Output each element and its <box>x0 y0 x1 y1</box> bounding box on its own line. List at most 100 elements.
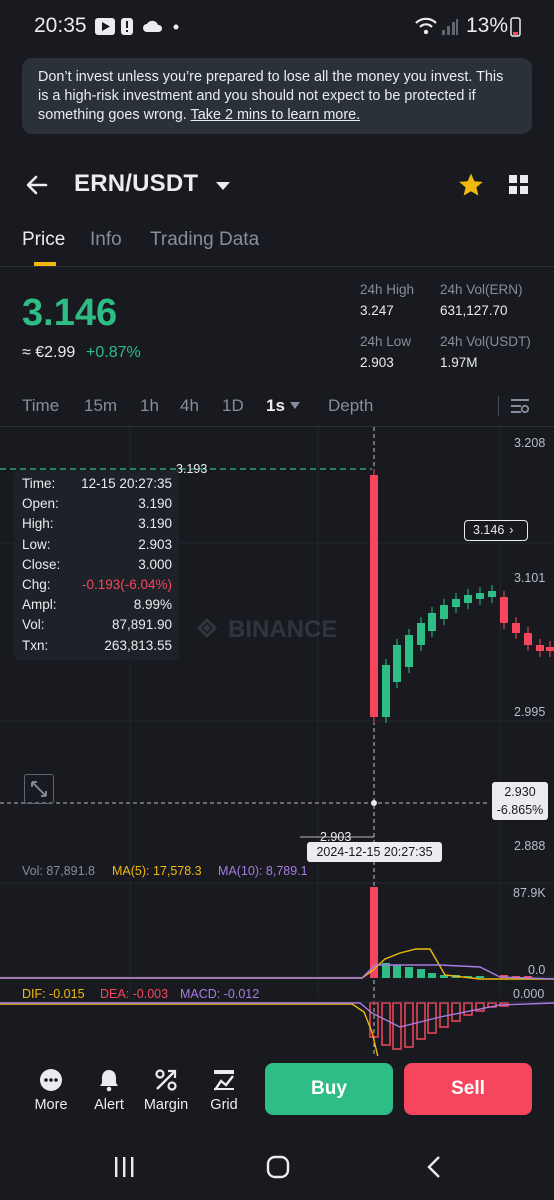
svg-text:BINANCE: BINANCE <box>228 616 337 643</box>
volume-bar <box>476 976 484 978</box>
timeframe-4h[interactable]: 4h <box>180 396 199 416</box>
macd-bar <box>463 1002 473 1016</box>
last-price: 3.146 <box>22 292 118 334</box>
volume-bar <box>417 969 425 978</box>
tooltip-row: Vol: 87,891.90 <box>22 617 172 637</box>
tooltip-value: 2.903 <box>138 536 172 552</box>
tooltip-key: Chg: <box>22 577 51 592</box>
divider <box>498 396 499 416</box>
y-tick-3: 2.995 <box>514 705 546 719</box>
crosshair-dot <box>371 800 377 806</box>
price-change-percent: +0.87% <box>86 344 141 361</box>
fullscreen-button[interactable] <box>24 774 54 804</box>
volume-value: Vol: 87,891.8 <box>22 864 95 878</box>
tooltip-row: Low: 2.903 <box>22 537 172 557</box>
tooltip-key: Time: <box>22 476 56 491</box>
recent-apps-icon[interactable] <box>112 1155 136 1179</box>
tooltip-row: Chg: -0.193(-6.04%) <box>22 577 172 597</box>
y-tick-4: 2.888 <box>514 839 546 853</box>
margin-icon[interactable] <box>154 1068 178 1092</box>
favorite-star-icon[interactable] <box>458 172 484 198</box>
alert-bell-icon[interactable] <box>97 1067 121 1093</box>
tooltip-value: 263,813.55 <box>104 637 172 653</box>
status-bar: 20:35 13% <box>0 0 554 56</box>
timeframe-dropdown-icon[interactable] <box>289 401 301 410</box>
grid-bot-icon[interactable] <box>212 1068 236 1092</box>
layout-grid-icon[interactable] <box>508 174 530 196</box>
tooltip-key: Vol: <box>22 617 45 633</box>
crosshair-percent: -6.865% <box>496 803 544 817</box>
macd-y-zero: 0.000 <box>513 987 545 1001</box>
margin-button[interactable]: Margin <box>134 1097 198 1113</box>
back-nav-icon[interactable] <box>424 1155 446 1179</box>
y-tick-1: 3.208 <box>514 436 546 450</box>
chart-settings-icon[interactable] <box>510 397 530 415</box>
tooltip-value: 8.99% <box>133 597 172 613</box>
pair-title[interactable]: ERN/USDT <box>74 170 198 198</box>
volume-y-zero: 0.0 <box>528 963 546 977</box>
crosshair-time-tag: 2024-12-15 20:27:35 <box>307 842 442 862</box>
macd-bar <box>451 1002 461 1022</box>
more-icon[interactable] <box>39 1068 63 1092</box>
home-icon[interactable] <box>266 1155 290 1179</box>
macd-dif-line <box>0 1003 379 1057</box>
crosshair-price-tag: 2.930 -6.865% <box>492 782 548 820</box>
volume-y-top: 87.9K <box>513 886 546 900</box>
volume-ma10: MA(10): 8,789.1 <box>218 864 308 878</box>
tooltip-key: High: <box>22 516 54 532</box>
wifi-icon <box>415 17 437 35</box>
tab-depth[interactable]: Depth <box>328 396 373 416</box>
stat-24h-vol-quote-label: 24h Vol(USDT) <box>440 334 531 349</box>
macd-histogram <box>369 1002 509 1050</box>
tooltip-row: Ampl: 8.99% <box>22 597 172 617</box>
timeframe-1h[interactable]: 1h <box>140 396 159 416</box>
risk-disclaimer: Don’t invest unless you’re prepared to l… <box>22 58 532 134</box>
tab-price[interactable]: Price <box>22 229 65 251</box>
sell-button[interactable]: Sell <box>404 1063 532 1115</box>
tooltip-key: Open: <box>22 496 59 512</box>
tooltip-value: 87,891.90 <box>111 617 172 633</box>
stat-24h-vol-quote: 1.97M <box>440 355 478 370</box>
timeframe-time[interactable]: Time <box>22 396 59 416</box>
volume-bar <box>405 967 413 978</box>
alert-button[interactable]: Alert <box>77 1097 141 1113</box>
cloud-icon <box>143 20 163 32</box>
chevron-right-icon: › <box>509 523 514 537</box>
learn-more-link[interactable]: Take 2 mins to learn more. <box>191 107 361 123</box>
volume-ma5-line <box>0 948 554 980</box>
back-arrow-icon[interactable] <box>24 172 50 198</box>
expand-icon <box>31 781 47 797</box>
timeframe-15m[interactable]: 15m <box>84 396 117 416</box>
tooltip-key: Close: <box>22 556 61 572</box>
crosshair-price: 2.930 <box>504 785 536 799</box>
candles <box>370 469 554 723</box>
timeframe-1s[interactable]: 1s <box>266 396 285 416</box>
candle-tooltip: Time: 12-15 20:27:35 Open: 3.190 High: 3.190 L… <box>14 470 179 660</box>
tab-info[interactable]: Info <box>90 229 122 251</box>
tooltip-row: Close: 3.000 <box>22 557 172 577</box>
tab-trading-data[interactable]: Trading Data <box>150 229 259 251</box>
fiat-price: ≈ €2.99 <box>22 344 76 361</box>
tooltip-value: 3.190 <box>138 496 172 512</box>
divider <box>0 266 554 267</box>
tooltip-value: 3.190 <box>138 516 172 532</box>
pair-dropdown-icon[interactable] <box>215 180 231 192</box>
tooltip-row: High: 3.190 <box>22 516 172 536</box>
tooltip-value: 12-15 20:27:35 <box>81 476 172 491</box>
more-button[interactable]: More <box>19 1097 83 1113</box>
battery-level: 13% <box>466 14 509 37</box>
stat-24h-low-label: 24h Low <box>360 334 412 349</box>
buy-button[interactable]: Buy <box>265 1063 393 1115</box>
tooltip-key: Txn: <box>22 637 49 653</box>
binance-watermark: BINANCE <box>196 616 337 643</box>
stat-24h-high: 3.247 <box>360 303 394 318</box>
macd-value: MACD: -0.012 <box>180 987 260 1001</box>
tooltip-key: Low: <box>22 536 51 552</box>
last-price-tag[interactable]: 3.146 › <box>464 520 528 541</box>
timeframe-1d[interactable]: 1D <box>222 396 244 416</box>
macd-dif: DIF: -0.015 <box>22 987 85 1001</box>
stat-24h-vol-base-label: 24h Vol(ERN) <box>440 282 523 297</box>
grid-button[interactable]: Grid <box>192 1097 256 1113</box>
tooltip-row: Open: 3.190 <box>22 496 172 516</box>
tooltip-key: Ampl: <box>22 597 57 613</box>
